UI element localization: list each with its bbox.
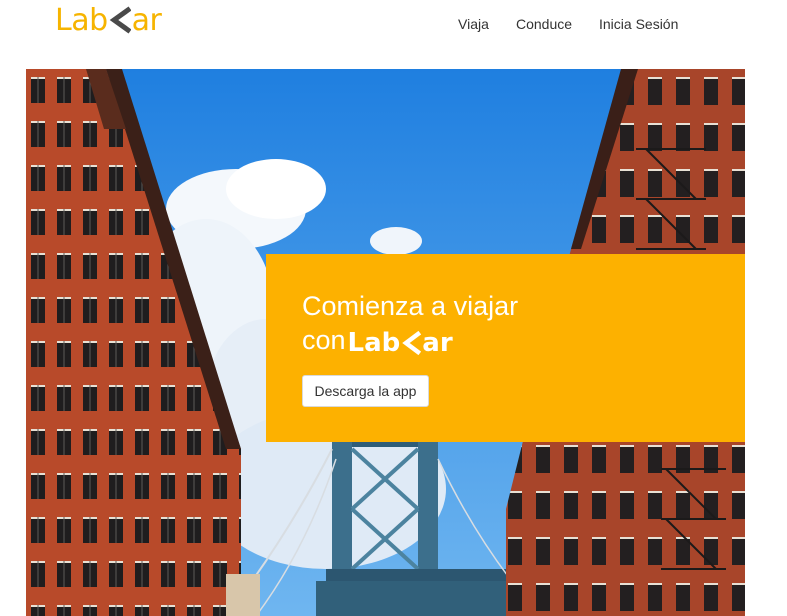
hero-title-line2: con Lab ar [302,324,453,358]
left-chevron-icon [401,330,422,356]
hero-title: Comienza a viajar [302,291,519,321]
hero-logo-text-left: Lab [347,328,401,358]
download-app-button[interactable]: Descarga la app [302,375,429,407]
page: Lab ar Viaja Conduce Inicia Sesión Comie… [0,0,787,616]
hero-logo-text-right: ar [422,328,453,358]
nav-link-conduce[interactable]: Conduce [516,16,572,32]
hero-title-prefix: con [302,325,346,355]
nav-link-viaja[interactable]: Viaja [458,16,489,32]
hero-cta-card: Comienza a viajar con Lab ar Descarga la… [266,254,745,442]
hero-logo: Lab ar [348,328,453,358]
site-header: Lab ar Viaja Conduce Inicia Sesión [0,0,787,52]
main-nav: Viaja Conduce Inicia Sesión [0,16,787,36]
nav-link-login[interactable]: Inicia Sesión [599,16,678,32]
